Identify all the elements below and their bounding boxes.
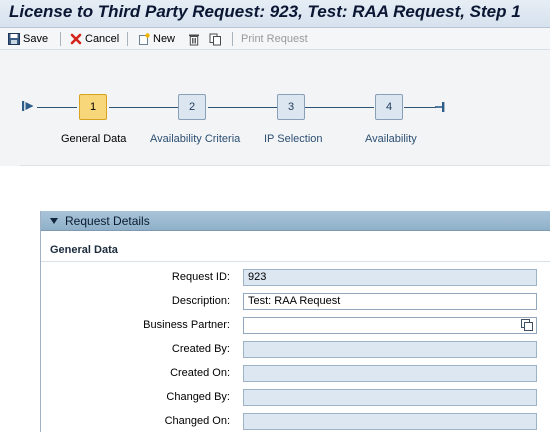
value-help-icon[interactable] bbox=[521, 319, 534, 332]
description-field[interactable]: Test: RAA Request bbox=[243, 293, 537, 310]
roadmap-connector bbox=[305, 107, 374, 108]
print-request-button[interactable]: Print Request bbox=[241, 31, 308, 47]
roadmap-end-icon bbox=[434, 100, 446, 117]
delete-icon bbox=[187, 33, 200, 46]
business-partner-field[interactable] bbox=[243, 317, 537, 334]
roadmap-connector bbox=[109, 107, 178, 108]
changed-by-label: Changed By: bbox=[166, 391, 230, 403]
toolbar-separator bbox=[232, 32, 233, 46]
panel-title: Request Details bbox=[65, 214, 150, 228]
title-bar: License to Third Party Request: 923, Tes… bbox=[0, 0, 550, 28]
changed-by-field[interactable] bbox=[243, 389, 537, 406]
cancel-button[interactable]: Cancel bbox=[69, 31, 119, 47]
copy-button[interactable] bbox=[209, 31, 222, 47]
roadmap-step-2[interactable]: 2 bbox=[178, 94, 206, 120]
roadmap-step-1[interactable]: 1 bbox=[79, 94, 107, 120]
window-title: License to Third Party Request: 923, Tes… bbox=[9, 2, 521, 21]
cancel-icon bbox=[69, 33, 82, 46]
save-label: Save bbox=[23, 33, 49, 45]
new-label: New bbox=[153, 33, 176, 45]
save-icon bbox=[7, 33, 20, 46]
new-icon bbox=[137, 33, 150, 46]
group-divider bbox=[41, 261, 550, 262]
roadmap-start-icon bbox=[22, 99, 36, 116]
save-button[interactable]: Save bbox=[7, 31, 48, 47]
roadmap-step-2-label[interactable]: Availability Criteria bbox=[150, 133, 240, 145]
toolbar-separator bbox=[60, 32, 61, 46]
created-on-label: Created On: bbox=[170, 367, 230, 379]
toolbar: Save Cancel New Print Request bbox=[0, 28, 550, 50]
delete-button[interactable] bbox=[187, 31, 200, 47]
group-title: General Data bbox=[50, 244, 118, 256]
description-label: Description: bbox=[171, 295, 230, 307]
roadmap-step-1-label[interactable]: General Data bbox=[61, 133, 126, 145]
roadmap-step-3-label[interactable]: IP Selection bbox=[264, 133, 323, 145]
roadmap-connector bbox=[37, 107, 77, 108]
request-id-field[interactable]: 923 bbox=[243, 269, 537, 286]
changed-on-field[interactable] bbox=[243, 413, 537, 430]
roadmap-connector bbox=[404, 107, 436, 108]
roadmap-divider bbox=[20, 165, 550, 166]
collapse-triangle-icon[interactable] bbox=[50, 218, 58, 224]
created-on-field[interactable] bbox=[243, 365, 537, 382]
toolbar-separator bbox=[127, 32, 128, 46]
roadmap-connector bbox=[208, 107, 277, 108]
changed-on-label: Changed On: bbox=[164, 415, 230, 427]
request-details-panel: Request Details General Data Request ID:… bbox=[40, 211, 550, 432]
print-request-label: Print Request bbox=[241, 33, 308, 45]
cancel-label: Cancel bbox=[85, 33, 120, 45]
roadmap-step-4[interactable]: 4 bbox=[375, 94, 403, 120]
business-partner-label: Business Partner: bbox=[143, 319, 230, 331]
created-by-field[interactable] bbox=[243, 341, 537, 358]
roadmap-step-4-label[interactable]: Availability bbox=[365, 133, 417, 145]
roadmap-step-3[interactable]: 3 bbox=[277, 94, 305, 120]
created-by-label: Created By: bbox=[171, 343, 230, 355]
panel-header[interactable]: Request Details bbox=[41, 211, 550, 231]
copy-icon bbox=[209, 33, 222, 46]
new-button[interactable]: New bbox=[137, 31, 175, 47]
request-id-label: Request ID: bbox=[171, 271, 230, 283]
